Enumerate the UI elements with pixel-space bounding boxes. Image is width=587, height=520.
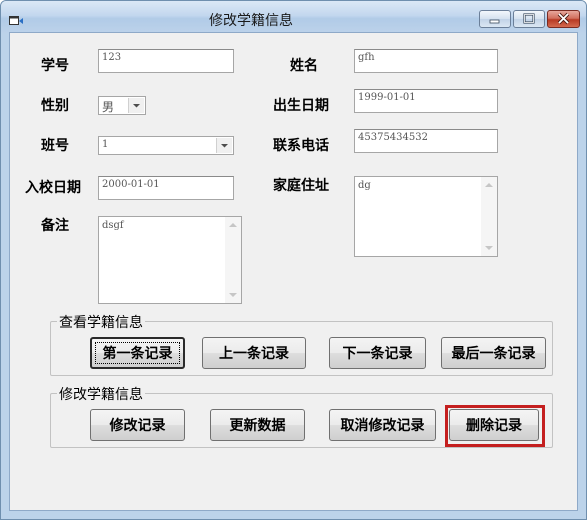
remarks-scrollbar[interactable]: [225, 217, 241, 303]
window-title: 修改学籍信息: [209, 13, 293, 29]
edit-group-legend: 修改学籍信息: [57, 384, 145, 404]
name-field[interactable]: gfh: [354, 49, 498, 73]
edit-record-label: 修改记录: [109, 418, 166, 434]
chevron-down-icon[interactable]: [128, 98, 144, 113]
maximize-button[interactable]: [513, 10, 545, 28]
edit-record-button[interactable]: 修改记录: [90, 409, 185, 441]
chevron-down-icon[interactable]: [216, 138, 232, 153]
update-data-button[interactable]: 更新数据: [210, 409, 305, 441]
scroll-down-icon[interactable]: [485, 246, 493, 250]
first-record-button[interactable]: 第一条记录: [90, 337, 185, 369]
minimize-button[interactable]: [479, 10, 511, 28]
focus-rectangle: [95, 342, 180, 364]
view-group-legend: 查看学籍信息: [57, 312, 145, 332]
birth-date-field[interactable]: 1999-01-01: [354, 89, 498, 113]
main-window: 修改学籍信息 学号 123 姓名 gfh 性别 男 出生日期 1999-01-0…: [0, 0, 587, 520]
phone-label: 联系电话: [273, 138, 329, 154]
birth-date-label: 出生日期: [273, 98, 329, 114]
previous-record-button[interactable]: 上一条记录: [202, 337, 306, 369]
next-record-label: 下一条记录: [342, 346, 413, 362]
update-data-label: 更新数据: [229, 418, 286, 434]
student-id-label: 学号: [41, 58, 69, 74]
address-scrollbar[interactable]: [481, 177, 497, 256]
name-label: 姓名: [290, 58, 318, 74]
cancel-edit-button[interactable]: 取消修改记录: [329, 409, 436, 441]
form-client-area: 学号 123 姓名 gfh 性别 男 出生日期 1999-01-01 班号 1 …: [9, 32, 578, 511]
enroll-date-label: 入校日期: [25, 180, 81, 196]
cancel-edit-label: 取消修改记录: [340, 418, 425, 434]
next-record-button[interactable]: 下一条记录: [329, 337, 426, 369]
address-memo[interactable]: dg: [354, 176, 498, 257]
last-record-label: 最后一条记录: [451, 346, 536, 362]
class-no-label: 班号: [41, 138, 69, 154]
student-id-field[interactable]: 123: [98, 49, 234, 73]
address-label: 家庭住址: [273, 178, 329, 194]
scroll-up-icon[interactable]: [485, 183, 493, 187]
remarks-label: 备注: [41, 218, 69, 234]
enroll-date-field[interactable]: 2000-01-01: [98, 176, 234, 200]
gender-label: 性别: [41, 98, 69, 114]
class-no-select[interactable]: 1: [98, 136, 234, 155]
scroll-up-icon[interactable]: [229, 223, 237, 227]
remarks-memo[interactable]: dsgf: [98, 216, 242, 304]
previous-record-label: 上一条记录: [219, 346, 289, 362]
gender-select[interactable]: 男: [98, 96, 146, 115]
gender-value: 男: [102, 100, 115, 114]
title-bar[interactable]: 修改学籍信息: [1, 1, 586, 33]
scroll-down-icon[interactable]: [229, 293, 237, 297]
delete-button-highlight: [445, 405, 545, 447]
phone-field[interactable]: 45375434532: [354, 129, 498, 153]
last-record-button[interactable]: 最后一条记录: [441, 337, 546, 369]
close-button[interactable]: [547, 10, 580, 28]
address-value: dg: [358, 180, 371, 191]
remarks-value: dsgf: [102, 220, 124, 231]
class-no-value: 1: [102, 139, 109, 150]
